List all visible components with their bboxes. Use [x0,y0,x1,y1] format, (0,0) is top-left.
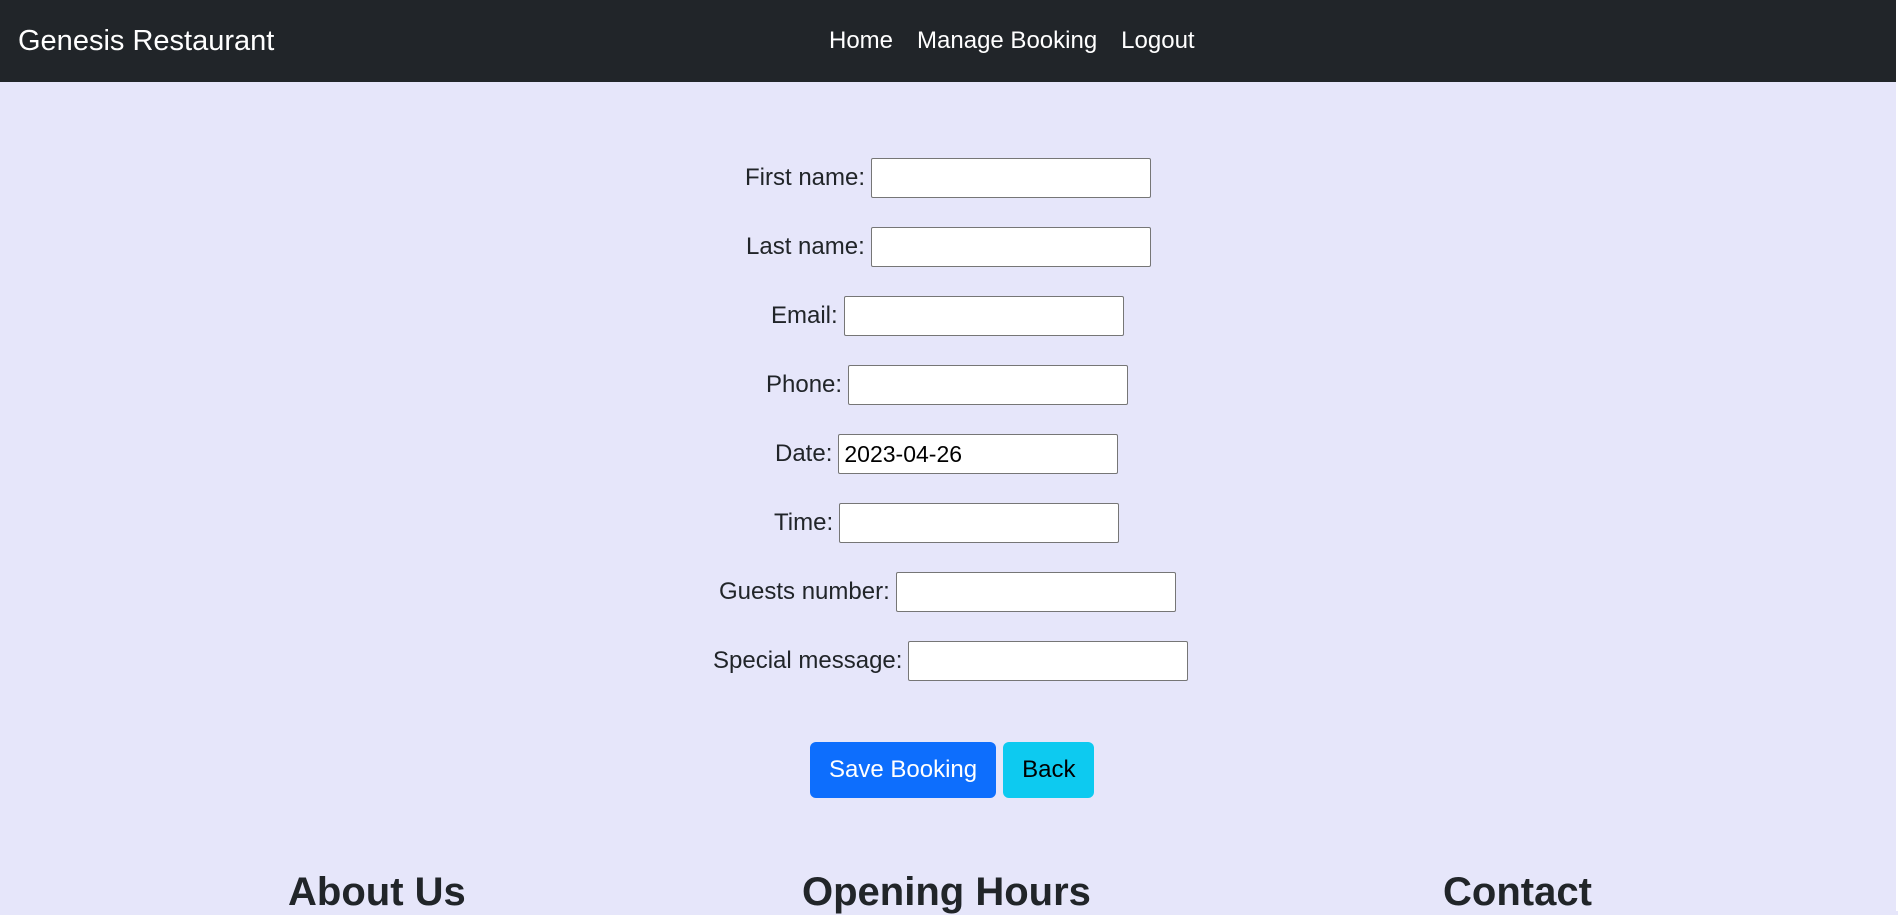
phone-input[interactable] [848,365,1129,405]
last-name-input[interactable] [870,227,1151,267]
date-label: Date: [775,440,833,467]
first-name-input[interactable] [871,158,1152,198]
first-name-label: First name: [745,164,866,191]
form-buttons: Save Booking Back [810,742,1095,798]
special-message-row: Special message: [713,638,1189,684]
nav-link-home[interactable]: Home [829,27,893,55]
email-input[interactable] [843,296,1124,336]
guests-number-label: Guests number: [719,578,890,605]
contact-heading: Contact [1443,870,1592,914]
email-row: Email: [771,293,1124,339]
about-us-heading: About Us [288,870,466,914]
time-input[interactable] [839,503,1120,543]
first-name-row: First name: [745,155,1152,201]
date-input[interactable] [838,434,1119,474]
last-name-label: Last name: [746,233,865,260]
navbar: Genesis Restaurant Home Manage Booking L… [0,0,1896,82]
time-label: Time: [774,509,834,536]
nav-link-manage-booking[interactable]: Manage Booking [917,27,1097,55]
nav-links: Home Manage Booking Logout [829,0,1219,82]
phone-row: Phone: [766,362,1129,408]
guests-number-input[interactable] [895,572,1176,612]
special-message-input[interactable] [908,641,1189,681]
date-row: Date: [775,431,1119,477]
save-booking-button[interactable]: Save Booking [810,742,997,798]
special-message-label: Special message: [713,647,903,674]
email-label: Email: [771,302,838,329]
guests-number-row: Guests number: [719,569,1176,615]
opening-hours-heading: Opening Hours [802,870,1091,914]
time-row: Time: [774,500,1120,546]
nav-link-logout[interactable]: Logout [1121,27,1194,55]
back-button[interactable]: Back [1003,742,1095,798]
last-name-row: Last name: [746,224,1151,270]
brand-link[interactable]: Genesis Restaurant [18,0,274,82]
phone-label: Phone: [766,371,843,398]
